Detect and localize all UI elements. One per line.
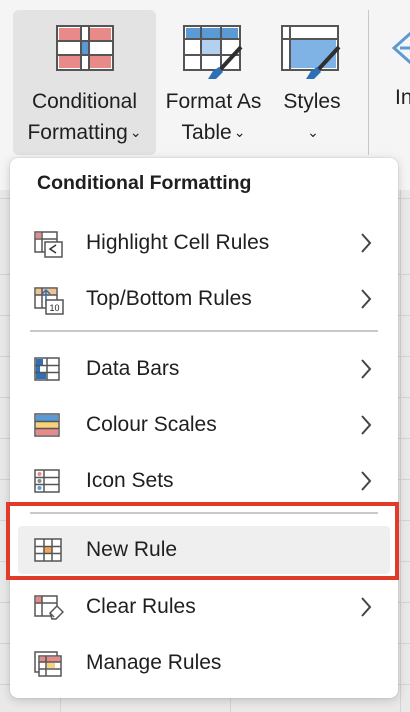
annotation-highlight-box	[6, 502, 399, 580]
menu-title: Conditional Formatting	[37, 172, 252, 194]
menu-separator	[30, 330, 378, 332]
cell-styles-icon	[281, 25, 343, 86]
menu-item-icon-sets[interactable]: Icon Sets	[18, 457, 390, 505]
chevron-right-icon	[360, 596, 372, 623]
conditional-formatting-label-1: Conditional	[31, 90, 138, 113]
format-as-table-label-2: Table	[181, 121, 232, 144]
clear-rules-icon	[34, 593, 65, 623]
menu-item-label: Top/Bottom Rules	[86, 287, 252, 310]
menu-item-label: Clear Rules	[86, 595, 196, 618]
ribbon-divider	[368, 10, 369, 155]
manage-rules-icon	[34, 649, 64, 679]
format-as-table-button[interactable]: Format As Table ⌄	[156, 10, 271, 155]
chevron-right-icon	[360, 232, 372, 259]
top-bottom-badge: 10	[49, 303, 59, 313]
highlight-cell-rules-icon	[34, 229, 64, 259]
insert-label: In	[395, 86, 410, 109]
data-bars-icon	[34, 355, 64, 385]
conditional-formatting-button[interactable]: Conditional Formatting ⌄	[13, 10, 156, 155]
menu-item-highlight-cell-rules[interactable]: Highlight Cell Rules	[18, 219, 390, 267]
top-bottom-rules-icon: 10	[34, 285, 64, 315]
styles-button[interactable]: Styles ⌄	[274, 10, 350, 155]
chevron-right-icon	[360, 470, 372, 497]
chevron-down-icon: ⌄	[129, 124, 142, 140]
colour-scales-icon	[34, 411, 64, 441]
conditional-formatting-label-2: Formatting	[27, 121, 128, 144]
chevron-right-icon	[360, 288, 372, 315]
format-as-table-label-1: Format As	[165, 90, 262, 113]
menu-item-clear-rules[interactable]: Clear Rules	[18, 583, 390, 631]
menu-item-top-bottom-rules[interactable]: 10 Top/Bottom Rules	[18, 275, 390, 323]
chevron-right-icon	[360, 414, 372, 441]
insert-icon[interactable]	[390, 28, 410, 73]
conditional-formatting-menu: Conditional Formatting Highlight Cell Ru…	[10, 158, 398, 698]
menu-item-label: Icon Sets	[86, 469, 174, 492]
menu-item-label: Data Bars	[86, 357, 180, 380]
chevron-down-icon: ⌄	[307, 124, 319, 140]
chevron-right-icon	[360, 358, 372, 385]
menu-item-manage-rules[interactable]: Manage Rules	[18, 639, 390, 687]
menu-item-label: Manage Rules	[86, 651, 222, 674]
menu-item-label: Highlight Cell Rules	[86, 231, 270, 254]
chevron-down-icon: ⌄	[233, 124, 246, 140]
conditional-formatting-icon	[55, 25, 114, 76]
format-as-table-icon	[182, 25, 245, 86]
menu-item-colour-scales[interactable]: Colour Scales	[18, 401, 390, 449]
styles-label: Styles	[283, 90, 341, 113]
icon-sets-icon	[34, 467, 64, 497]
menu-item-data-bars[interactable]: Data Bars	[18, 345, 390, 393]
menu-item-label: Colour Scales	[86, 413, 217, 436]
